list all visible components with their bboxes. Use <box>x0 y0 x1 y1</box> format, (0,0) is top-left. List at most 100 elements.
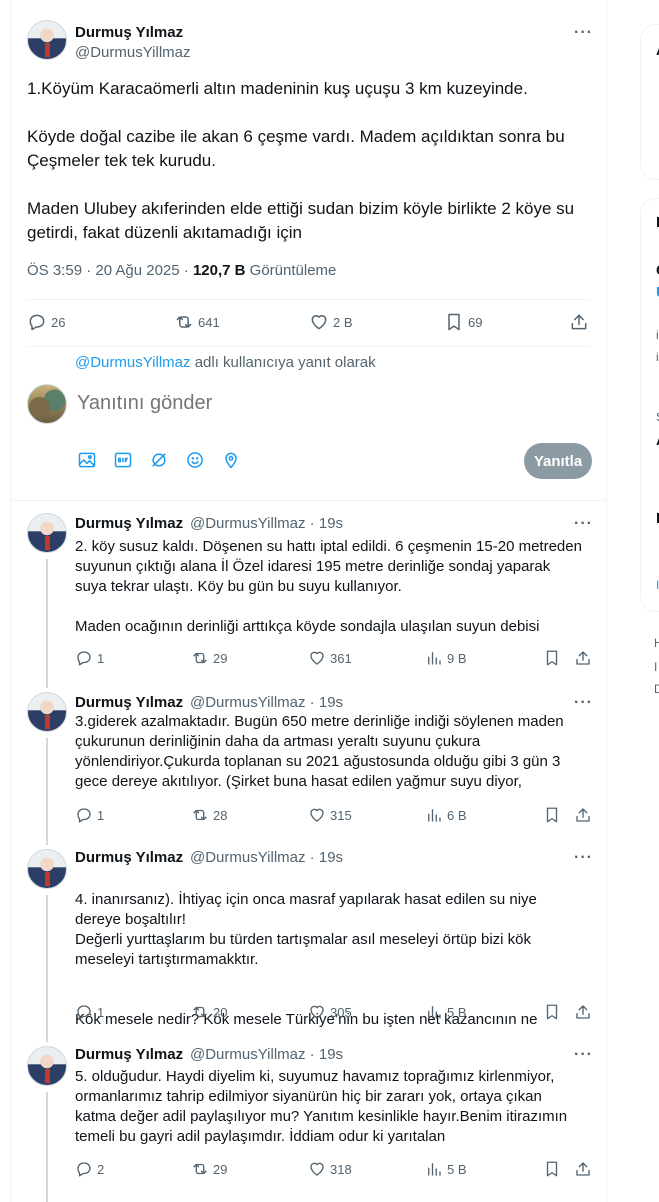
share-action[interactable] <box>574 649 592 667</box>
heart-icon <box>310 1162 324 1176</box>
retweet-icon <box>193 1006 207 1018</box>
sidebar-char[interactable]: I <box>654 660 657 674</box>
replying-to-handle[interactable]: @DurmusYillmaz <box>75 354 191 371</box>
reply-paragraph: Maden ocağının derinliği arttıkça köyde … <box>75 618 540 635</box>
retweet-action[interactable]: 641 <box>174 312 220 332</box>
share-icon <box>576 1005 590 1019</box>
views-action[interactable]: 6 B <box>425 806 467 824</box>
thread-line <box>46 559 48 680</box>
reply-text: 4. inanırsanız). İhtiyaç için onca masra… <box>75 870 585 1050</box>
views-action[interactable]: 5 B <box>425 1160 467 1178</box>
list-item[interactable]: Durmuş Yılmaz @DurmusYillmaz · 19s ··· 2… <box>11 501 608 680</box>
reply-input[interactable] <box>77 392 547 415</box>
reply-icon <box>29 314 45 331</box>
reply-action[interactable]: 26 <box>27 312 65 332</box>
author-avatar[interactable] <box>27 20 67 60</box>
bookmark-action[interactable] <box>543 1160 561 1178</box>
author-avatar[interactable] <box>27 513 67 553</box>
author-handle-time[interactable]: @DurmusYillmaz · 19s <box>190 849 343 866</box>
reply-text: 2. köy susuz kaldı. Döşenen su hattı ipt… <box>75 537 585 637</box>
tweet-paragraph: Köyde doğal cazibe ile akan 6 çeşme vard… <box>27 127 565 170</box>
divider <box>27 346 590 347</box>
bookmark-action[interactable]: 69 <box>444 312 482 332</box>
retweet-action[interactable]: 28 <box>191 806 227 824</box>
retweet-action[interactable]: 20 <box>191 1003 227 1021</box>
views-chart-icon <box>428 652 441 665</box>
share-icon <box>571 314 587 330</box>
views-chart-icon <box>428 1163 441 1176</box>
more-options-icon[interactable]: ··· <box>574 849 593 867</box>
reply-text: 5. olduğudur. Haydi diyelim ki, suyumuz … <box>75 1067 585 1147</box>
views-action[interactable]: 9 B <box>425 649 467 667</box>
author-name[interactable]: Durmuş Yılmaz <box>75 1046 183 1063</box>
reply-button[interactable]: Yanıtla <box>524 443 592 479</box>
reply-count: 26 <box>51 314 66 330</box>
like-action[interactable]: 361 <box>308 649 352 667</box>
reply-paragraph: 5. olduğudur. Haydi diyelim ki, suyumuz … <box>75 1068 568 1145</box>
author-handle[interactable]: @DurmusYillmaz <box>75 44 191 61</box>
bookmark-icon <box>448 313 460 331</box>
media-icon[interactable] <box>77 450 97 470</box>
more-options-icon[interactable]: ··· <box>574 1046 593 1064</box>
like-action[interactable]: 318 <box>308 1160 352 1178</box>
list-item[interactable]: Durmuş Yılmaz @DurmusYillmaz · 19s ··· 3… <box>11 680 608 837</box>
author-name[interactable]: Durmuş Yılmaz <box>75 24 183 41</box>
more-options-icon[interactable]: ··· <box>574 515 593 533</box>
user-avatar[interactable] <box>27 384 67 424</box>
reply-count: 2 <box>97 1161 105 1177</box>
share-action[interactable] <box>574 1003 592 1021</box>
share-icon <box>576 808 590 822</box>
views-chart-icon <box>428 809 441 822</box>
author-avatar[interactable] <box>27 1046 67 1086</box>
reply-count: 1 <box>97 650 105 666</box>
bookmark-action[interactable] <box>543 649 561 667</box>
reply-count: 1 <box>97 807 105 823</box>
list-item[interactable]: Durmuş Yılmaz @DurmusYillmaz · 19s ··· 4… <box>11 837 608 1034</box>
reply-action[interactable]: 1 <box>75 806 104 824</box>
heart-icon <box>310 808 324 822</box>
author-name[interactable]: Durmuş Yılmaz <box>75 515 183 532</box>
reply-paragraph: 4. inanırsanız). İhtiyaç için onca masra… <box>75 891 537 968</box>
retweet-count: 29 <box>213 650 228 666</box>
author-avatar[interactable] <box>27 849 67 889</box>
reply-action[interactable]: 2 <box>75 1160 104 1178</box>
more-options-icon[interactable]: ··· <box>574 24 593 42</box>
sidebar-char: i <box>656 350 659 364</box>
author-handle-time[interactable]: @DurmusYillmaz · 19s <box>190 694 343 711</box>
share-action[interactable] <box>574 1160 592 1178</box>
sidebar-char[interactable]: D <box>654 682 659 696</box>
bookmark-action[interactable] <box>543 806 561 824</box>
retweet-count: 641 <box>198 314 220 330</box>
sidebar-char[interactable]: H <box>654 636 659 650</box>
author-handle-time[interactable]: @DurmusYillmaz · 19s <box>190 515 343 532</box>
emoji-icon[interactable] <box>185 450 205 470</box>
more-options-icon[interactable]: ··· <box>574 694 593 712</box>
tweet-timestamp[interactable]: ÖS 3:59 · 20 Ağu 2025 · <box>27 262 193 279</box>
retweet-icon <box>193 652 207 664</box>
author-avatar[interactable] <box>27 692 67 732</box>
list-item[interactable]: Durmuş Yılmaz @DurmusYillmaz · 19s ··· 5… <box>11 1034 608 1202</box>
bookmark-action[interactable] <box>543 1003 561 1021</box>
gif-icon[interactable] <box>113 450 133 470</box>
like-action[interactable]: 315 <box>308 806 352 824</box>
grok-icon[interactable] <box>149 450 169 470</box>
retweet-action[interactable]: 29 <box>191 649 227 667</box>
retweet-action[interactable]: 29 <box>191 1160 227 1178</box>
reply-action[interactable]: 1 <box>75 1003 104 1021</box>
views-action[interactable]: 5 B <box>425 1003 467 1021</box>
divider <box>27 299 590 300</box>
share-action[interactable] <box>574 806 592 824</box>
author-name[interactable]: Durmuş Yılmaz <box>75 849 183 866</box>
share-action[interactable] <box>569 312 589 332</box>
author-handle-time[interactable]: @DurmusYillmaz · 19s <box>190 1046 343 1063</box>
reply-action[interactable]: 1 <box>75 649 104 667</box>
reply-icon <box>77 808 91 823</box>
tweet-paragraph: 1.Köyüm Karacaömerli altın madeninin kuş… <box>27 79 528 98</box>
like-action[interactable]: 305 <box>308 1003 352 1021</box>
like-count: 2 B <box>333 314 353 330</box>
retweet-count: 20 <box>213 1004 228 1020</box>
location-icon[interactable] <box>221 450 241 470</box>
views-count: 5 B <box>447 1004 467 1020</box>
author-name[interactable]: Durmuş Yılmaz <box>75 694 183 711</box>
like-action[interactable]: 2 B <box>309 312 353 332</box>
